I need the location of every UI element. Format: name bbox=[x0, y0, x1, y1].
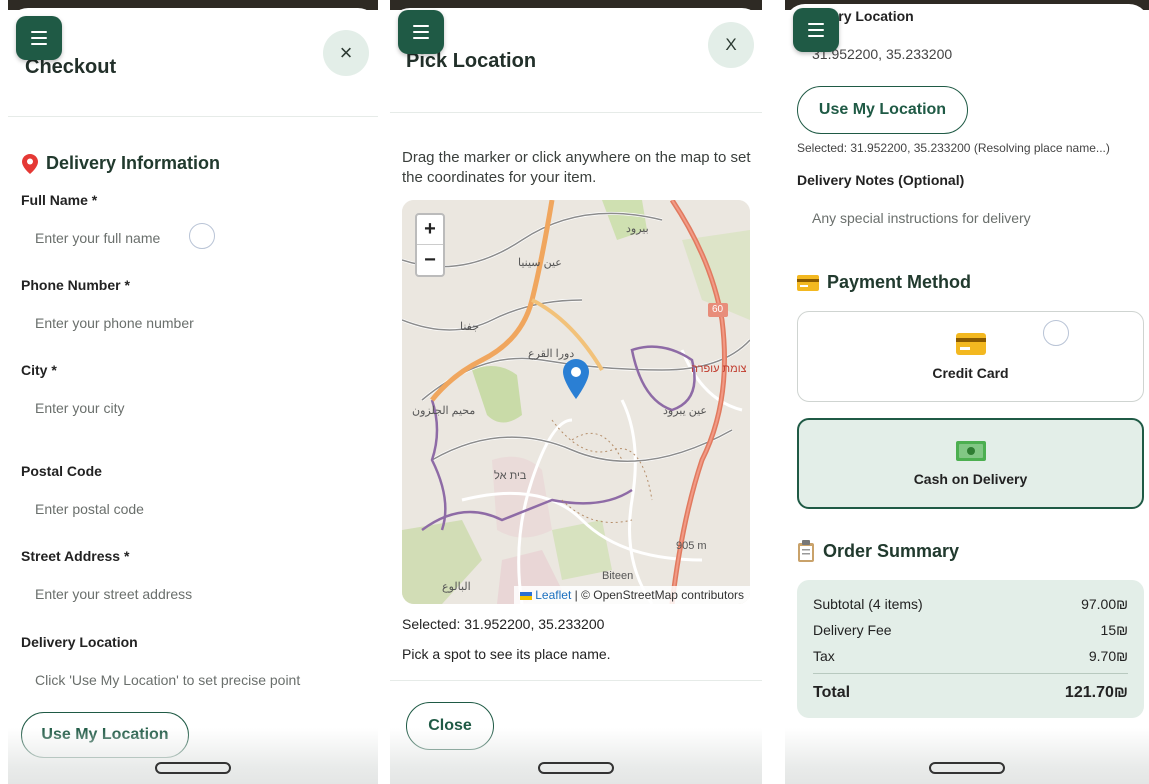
credit-card-icon bbox=[955, 332, 986, 355]
delivery-notes-input[interactable]: Any special instructions for delivery bbox=[812, 210, 1031, 226]
map-label: بيرود bbox=[626, 223, 649, 235]
footer-divider bbox=[390, 680, 762, 681]
map-label: عين سينيا bbox=[518, 257, 562, 269]
nav-bar bbox=[390, 728, 762, 784]
payment-option-credit-card[interactable]: Credit Card bbox=[797, 311, 1144, 402]
checkout-card: Checkout × Delivery Information Full Nam… bbox=[8, 8, 378, 784]
nav-bar bbox=[785, 728, 1149, 784]
zoom-out-button[interactable]: − bbox=[417, 245, 443, 275]
phone-input[interactable]: Enter your phone number bbox=[35, 315, 194, 331]
summary-row-total: Total 121.70₪ bbox=[813, 684, 1128, 702]
place-name-hint: Pick a spot to see its place name. bbox=[402, 646, 611, 662]
header-divider bbox=[8, 116, 378, 117]
delivery-notes-label: Delivery Notes (Optional) bbox=[797, 172, 965, 188]
map-marker-icon[interactable] bbox=[563, 359, 589, 399]
summary-row-subtotal: Subtotal (4 items) 97.00₪ bbox=[813, 596, 1128, 612]
postal-code-label: Postal Code bbox=[21, 463, 102, 479]
phone-label: Phone Number * bbox=[21, 277, 130, 293]
close-icon: × bbox=[339, 40, 353, 65]
close-button[interactable]: × bbox=[323, 30, 369, 76]
menu-button[interactable] bbox=[398, 10, 444, 54]
street-label: Street Address * bbox=[21, 548, 130, 564]
map-label: البالوع bbox=[442, 581, 471, 593]
nav-bar bbox=[8, 728, 378, 784]
credit-card-icon bbox=[797, 274, 819, 291]
map-label: عين يبرود bbox=[663, 405, 707, 417]
pick-location-card: Pick Location X Drag the marker or click… bbox=[390, 8, 762, 784]
map-label: محيم الجلزون bbox=[412, 405, 476, 417]
order-summary-heading: Order Summary bbox=[797, 540, 959, 562]
full-name-input[interactable]: Enter your full name bbox=[35, 230, 160, 246]
street-input[interactable]: Enter your street address bbox=[35, 586, 192, 602]
tax-label: Tax bbox=[813, 648, 835, 664]
zoom-in-button[interactable]: + bbox=[417, 215, 443, 245]
clipboard-icon bbox=[798, 540, 814, 562]
full-name-label: Full Name * bbox=[21, 192, 98, 208]
close-icon: X bbox=[725, 35, 737, 54]
map-view[interactable]: + − بيرود عين سينيا دورا القرع جفنا 60 צ… bbox=[402, 200, 750, 604]
header-divider bbox=[390, 112, 762, 113]
map-instructions: Drag the marker or click anywhere on the… bbox=[402, 149, 751, 186]
total-value: 121.70₪ bbox=[1064, 684, 1128, 701]
cash-on-delivery-label: Cash on Delivery bbox=[913, 470, 1028, 487]
home-indicator[interactable] bbox=[538, 762, 614, 774]
payment-option-cash-on-delivery[interactable]: Cash on Delivery bbox=[797, 418, 1144, 509]
map-label: בית אל bbox=[494, 470, 527, 482]
checkout-panel: Checkout × Delivery Information Full Nam… bbox=[8, 0, 378, 784]
map-label: 905 m bbox=[676, 540, 707, 552]
payment-method-title: Payment Method bbox=[827, 272, 972, 292]
close-x-button[interactable]: X bbox=[708, 22, 754, 68]
total-label: Total bbox=[813, 684, 851, 701]
order-summary-box: Subtotal (4 items) 97.00₪ Delivery Fee 1… bbox=[797, 580, 1144, 718]
map-label: Biteen bbox=[602, 570, 634, 582]
map-label: جفنا bbox=[460, 321, 480, 333]
flag-icon bbox=[519, 591, 532, 600]
summary-row-delivery-fee: Delivery Fee 15₪ bbox=[813, 622, 1128, 638]
order-summary-title: Order Summary bbox=[823, 540, 960, 561]
home-indicator[interactable] bbox=[929, 762, 1005, 774]
zoom-control: + − bbox=[415, 213, 445, 277]
payment-method-heading: Payment Method bbox=[797, 272, 971, 293]
delivery-fee-value: 15₪ bbox=[1100, 622, 1128, 638]
tax-value: 9.70₪ bbox=[1088, 648, 1128, 664]
payment-card: Delivery Location 31.952200, 35.233200 U… bbox=[785, 4, 1149, 784]
delivery-info-title: Delivery Information bbox=[46, 153, 221, 173]
selected-status: Selected: 31.952200, 35.233200 (Resolvin… bbox=[797, 141, 1110, 155]
subtotal-label: Subtotal (4 items) bbox=[813, 596, 923, 612]
map-label: 60 bbox=[712, 304, 724, 315]
leaflet-link[interactable]: Leaflet bbox=[535, 588, 571, 602]
city-input[interactable]: Enter your city bbox=[35, 400, 124, 416]
selected-coordinates: Selected: 31.952200, 35.233200 bbox=[402, 616, 605, 632]
cash-icon bbox=[955, 440, 986, 461]
delivery-location-label: Delivery Location bbox=[21, 634, 138, 650]
menu-button[interactable] bbox=[16, 16, 62, 60]
subtotal-value: 97.00₪ bbox=[1081, 596, 1128, 612]
osm-attribution: | © OpenStreetMap contributors bbox=[571, 588, 744, 602]
map-label: צומת עופרה bbox=[691, 363, 747, 375]
use-my-location-button[interactable]: Use My Location bbox=[797, 86, 968, 134]
home-indicator[interactable] bbox=[155, 762, 231, 774]
map-attribution: Leaflet | © OpenStreetMap contributors bbox=[513, 586, 750, 604]
delivery-info-heading: Delivery Information bbox=[22, 153, 220, 174]
credit-card-radio[interactable] bbox=[1043, 320, 1069, 346]
summary-row-tax: Tax 9.70₪ bbox=[813, 648, 1128, 664]
postal-code-input[interactable]: Enter postal code bbox=[35, 501, 144, 517]
delivery-location-input[interactable]: Click 'Use My Location' to set precise p… bbox=[35, 672, 300, 688]
menu-button[interactable] bbox=[793, 8, 839, 52]
credit-card-label: Credit Card bbox=[932, 364, 1009, 381]
pick-location-panel: Pick Location X Drag the marker or click… bbox=[390, 0, 762, 784]
summary-divider bbox=[813, 673, 1128, 674]
radio-circle[interactable] bbox=[189, 223, 215, 249]
delivery-fee-label: Delivery Fee bbox=[813, 622, 892, 638]
payment-panel: Delivery Location 31.952200, 35.233200 U… bbox=[785, 0, 1149, 784]
pin-icon bbox=[22, 153, 38, 174]
city-label: City * bbox=[21, 362, 57, 378]
